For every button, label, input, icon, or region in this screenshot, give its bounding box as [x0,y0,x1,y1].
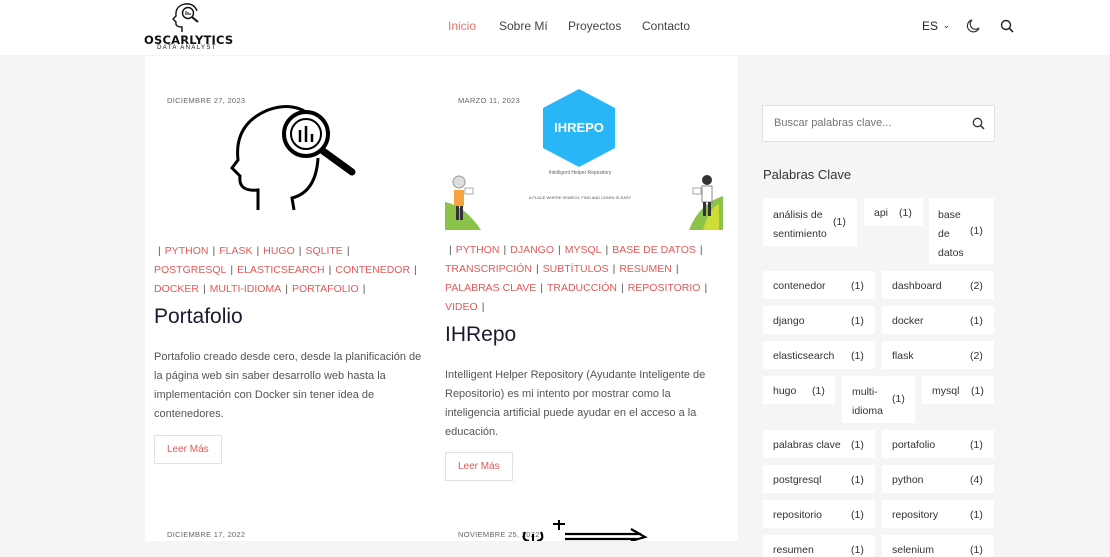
read-more-button[interactable]: Leer Más [154,435,222,464]
site-logo[interactable]: OSCARLYTICS DATA ANALYST [144,2,233,52]
tag-link[interactable]: VIDEO [445,301,478,313]
keyword-chip[interactable]: palabras clave (1) [763,430,875,458]
tag-link[interactable]: FLASK [219,245,252,257]
tag-link[interactable]: DOCKER [154,283,199,295]
keyword-chip[interactable]: docker (1) [882,306,994,334]
post-thumbnail-ihrepo[interactable]: IHREPO Intelligent Helper Repository A P… [445,88,723,231]
language-selector[interactable]: ES ⌄ [922,19,950,33]
tag-link[interactable]: TRANSCRIPCIÓN [445,263,532,275]
keyword-chip[interactable]: portafolio (1) [882,430,994,458]
tag-link[interactable]: MYSQL [565,244,602,256]
tag-link[interactable]: RESUMEN [619,263,672,275]
post-tags: | PYTHON | DJANGO | MYSQL | BASE DE DATOS | TRANS… [445,244,708,313]
tag-link[interactable]: PYTHON [456,244,500,256]
keyword-chip[interactable]: selenium (1) [882,535,994,557]
logo-head-icon [172,3,199,32]
post-tags: | PYTHON | FLASK | HUGO | SQLITE | POSTGRESQL | ELA… [154,245,417,295]
tag-link[interactable]: PYTHON [165,245,209,257]
tag-link[interactable]: REPOSITORIO [628,282,701,294]
keyword-chip[interactable]: repositorio (1) [763,500,875,528]
ihrepo-tagline: A PLACE WHERE SEARCH, FIND AND LEARN IS … [528,195,632,200]
tag-link[interactable]: MULTI-IDIOMA [210,283,282,295]
keyword-search-input[interactable] [774,117,964,129]
keyword-chip[interactable]: flask (2) [882,341,994,369]
post-date: DICIEMBRE 17, 2022 [167,530,246,539]
post-description: Portafolio creado desde cero, desde la p… [154,351,422,420]
tag-link[interactable]: TRADUCCIÓN [547,282,617,294]
post-description: Intelligent Helper Repository (Ayudante … [445,369,706,438]
keyword-chip[interactable]: dashboard (2) [882,271,994,299]
site-header: OSCARLYTICS DATA ANALYST Inicio Sobre Mí… [0,0,1110,55]
keyword-chip[interactable]: django (1) [763,306,875,334]
read-more-button[interactable]: Leer Más [445,452,513,481]
keyword-chip[interactable]: base de datos (1) [929,198,994,264]
keyword-chip[interactable]: mysql (1) [922,376,994,404]
nav-link-contacto[interactable]: Contacto [642,19,690,33]
tag-link[interactable]: HUGO [263,245,295,257]
keyword-chip[interactable]: api (1) [864,198,923,226]
tag-link[interactable]: POSTGRESQL [154,264,226,276]
tag-link[interactable]: CONTENEDOR [335,264,410,276]
keywords-title: Palabras Clave [763,167,852,182]
ihrepo-logo-text: IHREPO [554,120,604,135]
nav-link-sobre-mi[interactable]: Sobre Mí [499,19,548,33]
tag-link[interactable]: PALABRAS CLAVE [445,282,536,294]
keyword-chip[interactable]: repository (1) [882,500,994,528]
nav-link-inicio[interactable]: Inicio [448,19,476,33]
ihrepo-caption: Intelligent Helper Repository [548,170,612,176]
tag-link[interactable]: ELASTICSEARCH [237,264,325,276]
search-icon[interactable] [972,117,985,135]
keyword-chip[interactable]: contenedor (1) [763,271,875,299]
brand-subtitle: DATA ANALYST [157,45,217,51]
nav-link-proyectos[interactable]: Proyectos [568,19,621,33]
search-icon[interactable] [1000,19,1014,38]
keyword-chip[interactable]: hugo (1) [763,376,835,404]
moon-icon[interactable] [966,19,980,38]
keyword-chip[interactable]: elasticsearch (1) [763,341,875,369]
keyword-chip[interactable]: análisis de sentimiento (1) [763,198,857,246]
tag-link[interactable]: SUBTÍTULOS [543,263,609,275]
keyword-chip[interactable]: resumen (1) [763,535,875,557]
sidebar: Palabras Clave análisis de sentimiento (… [748,84,1010,557]
post-title[interactable]: Portafolio [154,305,243,329]
post-thumbnail-head-icon[interactable] [228,102,360,214]
person-reading-left-icon [445,175,481,230]
language-label: ES [922,19,939,33]
keyword-chip[interactable]: multi-idioma (1) [842,376,915,423]
post-title[interactable]: IHRepo [445,323,516,347]
tag-link[interactable]: BASE DE DATOS [612,244,696,256]
keyword-search-box [762,105,995,142]
person-reading-right-icon [689,175,723,230]
tag-link[interactable]: DJANGO [510,244,554,256]
chevron-down-icon: ⌄ [943,21,950,30]
tag-link[interactable]: SQLITE [305,245,342,257]
keyword-chip[interactable]: python (4) [882,465,994,493]
posts-area: DICIEMBRE 27, 2023 | PYTHON | FLASK | HUGO | SQ… [145,56,738,541]
post-thumbnail-arrow-icon[interactable] [519,520,649,541]
tag-link[interactable]: PORTAFOLIO [292,283,359,295]
keyword-chip[interactable]: postgresql (1) [763,465,875,493]
